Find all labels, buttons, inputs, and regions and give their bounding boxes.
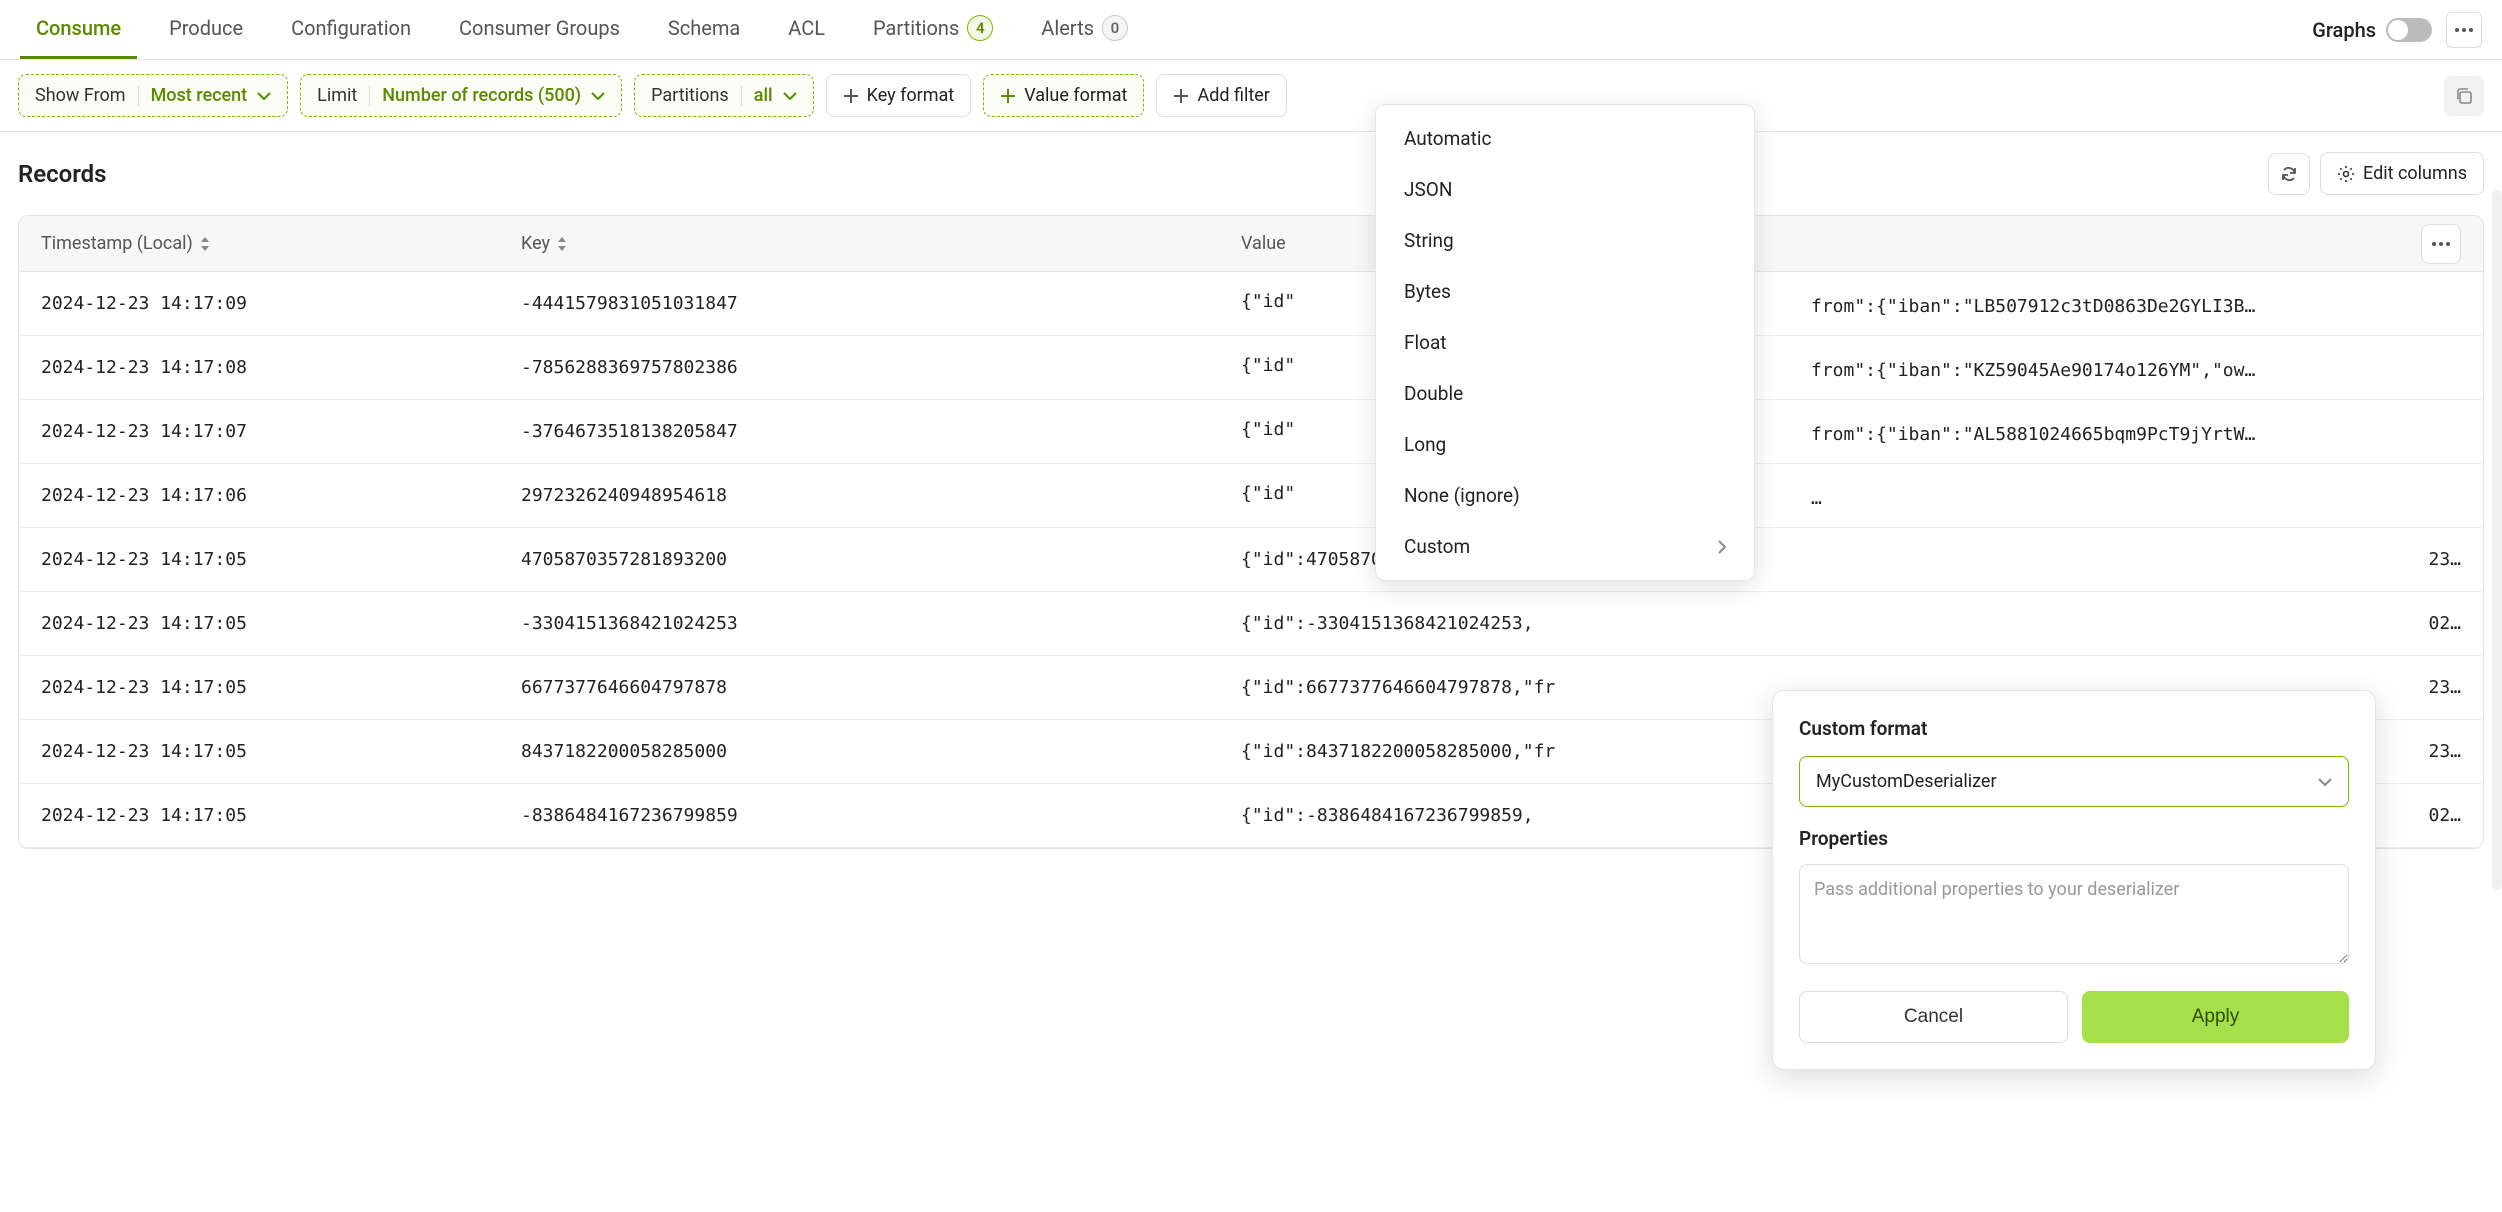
table-row[interactable]: 2024-12-23 14:17:09-4441579831051031847{… xyxy=(19,272,2483,336)
cell-key: 2972326240948954618 xyxy=(521,485,1241,506)
cell-key: 4705870357281893200 xyxy=(521,549,1241,570)
more-horizontal-icon xyxy=(2432,242,2450,246)
dropdown-item-bytes[interactable]: Bytes xyxy=(1376,266,1754,317)
sort-icon xyxy=(556,237,568,251)
dropdown-item-float[interactable]: Float xyxy=(1376,317,1754,368)
tab-consume[interactable]: Consume xyxy=(20,0,137,59)
custom-format-title: Custom format xyxy=(1799,717,2349,740)
properties-label: Properties xyxy=(1799,827,2349,850)
cell-timestamp: 2024-12-23 14:17:05 xyxy=(41,805,521,826)
plus-icon xyxy=(843,88,859,104)
graphs-toggle[interactable] xyxy=(2386,18,2432,42)
copy-button[interactable] xyxy=(2444,76,2484,116)
chevron-down-icon xyxy=(591,92,605,100)
alerts-count-badge: 0 xyxy=(1102,15,1128,41)
table-row[interactable]: 2024-12-23 14:17:07-3764673518138205847{… xyxy=(19,400,2483,464)
dropdown-item-string[interactable]: String xyxy=(1376,215,1754,266)
cell-value: {"id":-3304151368421024253,02… xyxy=(1241,613,2461,634)
tab-partitions[interactable]: Partitions 4 xyxy=(857,0,1009,59)
dropdown-item-long[interactable]: Long xyxy=(1376,419,1754,470)
cancel-button[interactable]: Cancel xyxy=(1799,991,2068,1043)
dropdown-item-none[interactable]: None (ignore) xyxy=(1376,470,1754,521)
cell-key: -8386484167236799859 xyxy=(521,805,1241,826)
more-menu-button[interactable] xyxy=(2446,12,2482,48)
column-timestamp[interactable]: Timestamp (Local) xyxy=(41,233,521,254)
dropdown-item-automatic[interactable]: Automatic xyxy=(1376,113,1754,164)
cell-timestamp: 2024-12-23 14:17:05 xyxy=(41,549,521,570)
cell-key: 8437182200058285000 xyxy=(521,741,1241,762)
deserializer-select[interactable]: MyCustomDeserializer xyxy=(1799,756,2349,807)
edit-columns-button[interactable]: Edit columns xyxy=(2320,152,2484,195)
chevron-down-icon xyxy=(257,92,271,100)
sort-icon xyxy=(199,237,211,251)
tab-produce[interactable]: Produce xyxy=(153,0,259,59)
chevron-down-icon xyxy=(2318,778,2332,786)
cell-timestamp: 2024-12-23 14:17:05 xyxy=(41,741,521,762)
tab-schema[interactable]: Schema xyxy=(652,0,756,59)
cell-timestamp: 2024-12-23 14:17:05 xyxy=(41,677,521,698)
tab-configuration[interactable]: Configuration xyxy=(275,0,427,59)
cell-key: 6677377646604797878 xyxy=(521,677,1241,698)
copy-icon xyxy=(2455,87,2473,105)
dropdown-item-double[interactable]: Double xyxy=(1376,368,1754,419)
add-filter-button[interactable]: Add filter xyxy=(1156,74,1286,117)
cell-key: -7856288369757802386 xyxy=(521,357,1241,378)
cell-key: -4441579831051031847 xyxy=(521,293,1241,314)
filter-limit[interactable]: Limit Number of records (500) xyxy=(300,74,622,117)
cell-key: -3304151368421024253 xyxy=(521,613,1241,634)
table-more-button[interactable] xyxy=(2421,224,2461,264)
column-key[interactable]: Key xyxy=(521,233,1241,254)
dropdown-item-custom[interactable]: Custom xyxy=(1376,521,1754,572)
chevron-down-icon xyxy=(783,92,797,100)
table-row[interactable]: 2024-12-23 14:17:05-3304151368421024253{… xyxy=(19,592,2483,656)
filter-key-format[interactable]: Key format xyxy=(826,74,972,117)
records-header: Records Edit columns xyxy=(0,132,2502,215)
partitions-count-badge: 4 xyxy=(967,15,993,41)
graphs-label: Graphs xyxy=(2312,18,2376,42)
cell-timestamp: 2024-12-23 14:17:09 xyxy=(41,293,521,314)
more-horizontal-icon xyxy=(2455,28,2473,32)
cell-timestamp: 2024-12-23 14:17:06 xyxy=(41,485,521,506)
cell-timestamp: 2024-12-23 14:17:05 xyxy=(41,613,521,634)
filter-value-format[interactable]: Value format xyxy=(983,74,1144,117)
custom-format-panel: Custom format MyCustomDeserializer Prope… xyxy=(1772,690,2376,1070)
filter-bar: Show From Most recent Limit Number of re… xyxy=(0,60,2502,132)
filter-show-from[interactable]: Show From Most recent xyxy=(18,74,288,117)
tab-consumer-groups[interactable]: Consumer Groups xyxy=(443,0,636,59)
tab-acl[interactable]: ACL xyxy=(772,0,841,59)
chevron-right-icon xyxy=(1718,540,1726,554)
filter-partitions[interactable]: Partitions all xyxy=(634,74,814,117)
apply-button[interactable]: Apply xyxy=(2082,991,2349,1043)
properties-textarea[interactable] xyxy=(1799,864,2349,964)
tab-bar: Consume Produce Configuration Consumer G… xyxy=(0,0,2502,60)
plus-icon xyxy=(1000,88,1016,104)
value-format-dropdown: Automatic JSON String Bytes Float Double… xyxy=(1375,104,1755,581)
gear-icon xyxy=(2337,165,2355,183)
table-header: Timestamp (Local) Key Value xyxy=(19,216,2483,272)
table-row[interactable]: 2024-12-23 14:17:062972326240948954618{"… xyxy=(19,464,2483,528)
records-title: Records xyxy=(18,160,107,188)
refresh-icon xyxy=(2280,165,2298,183)
table-row[interactable]: 2024-12-23 14:17:054705870357281893200{"… xyxy=(19,528,2483,592)
plus-icon xyxy=(1173,88,1189,104)
cell-timestamp: 2024-12-23 14:17:07 xyxy=(41,421,521,442)
cell-timestamp: 2024-12-23 14:17:08 xyxy=(41,357,521,378)
scrollbar[interactable] xyxy=(2492,190,2502,890)
table-row[interactable]: 2024-12-23 14:17:08-7856288369757802386{… xyxy=(19,336,2483,400)
tab-alerts[interactable]: Alerts 0 xyxy=(1025,0,1144,59)
dropdown-item-json[interactable]: JSON xyxy=(1376,164,1754,215)
refresh-button[interactable] xyxy=(2268,153,2310,195)
cell-key: -3764673518138205847 xyxy=(521,421,1241,442)
